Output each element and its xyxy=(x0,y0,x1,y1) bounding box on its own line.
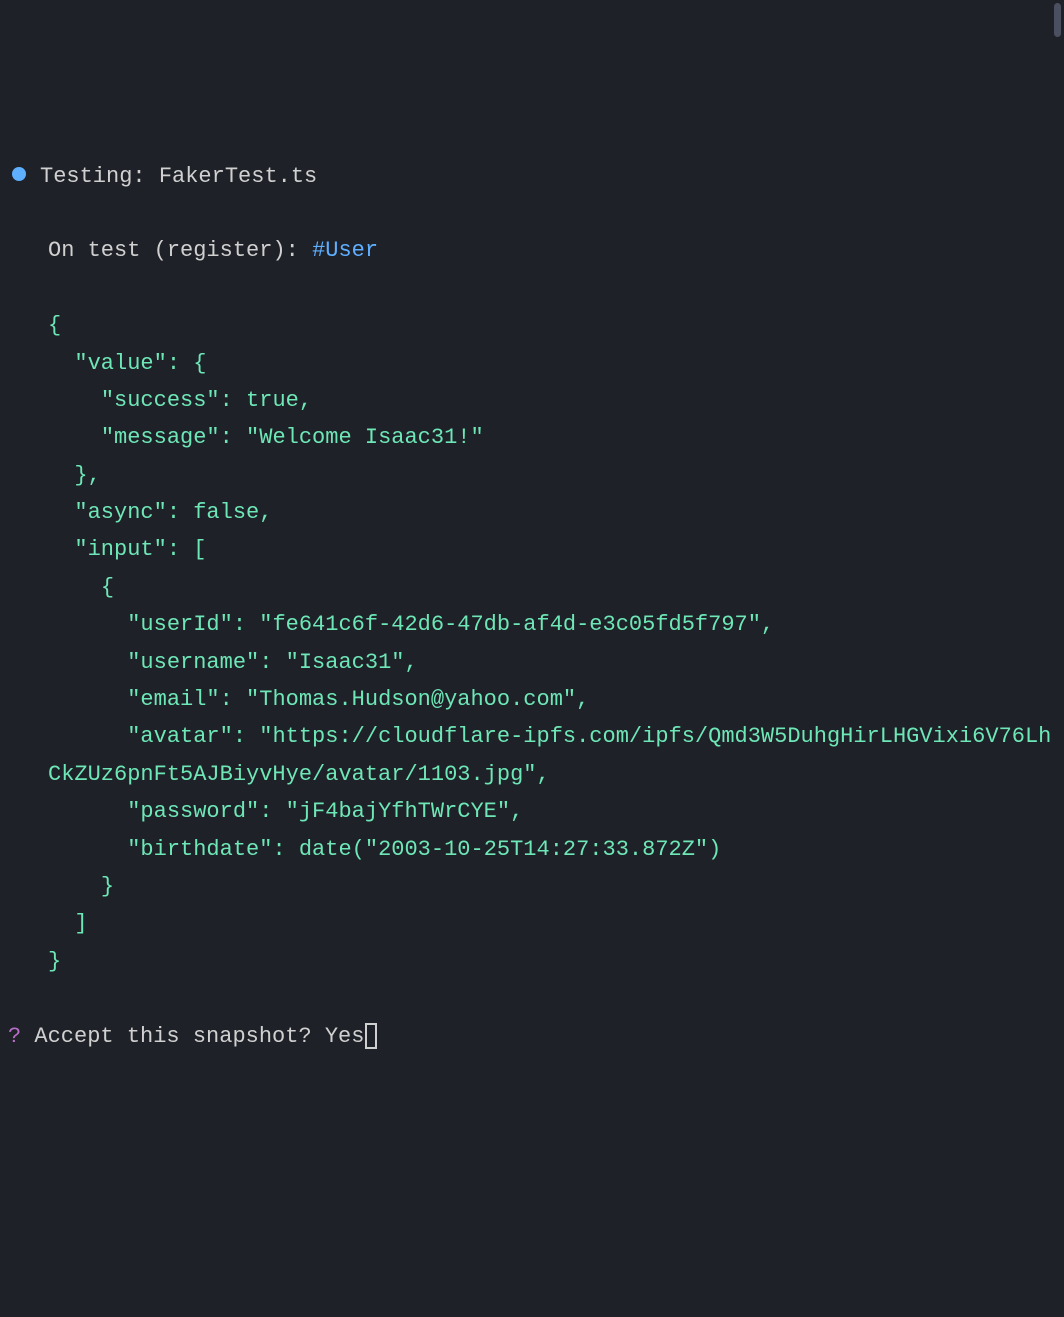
success-key: "success" xyxy=(101,388,220,413)
email-val: : "Thomas.Hudson@yahoo.com", xyxy=(220,687,590,712)
testing-header: Testing: FakerTest.ts xyxy=(0,158,1064,195)
bullet-icon xyxy=(12,167,26,181)
test-tag: #User xyxy=(312,238,378,263)
question-mark-icon: ? xyxy=(8,1024,21,1049)
input-close: ] xyxy=(74,911,87,936)
message-val: : "Welcome Isaac31!" xyxy=(220,425,484,450)
async-key: "async" xyxy=(74,500,166,525)
testing-file: FakerTest.ts xyxy=(159,164,317,189)
input-key: "input" xyxy=(74,537,166,562)
value-key: "value" xyxy=(74,351,166,376)
userid-val: : "fe641c6f-42d6-47db-af4d-e3c05fd5f797"… xyxy=(233,612,774,637)
input-open: : [ xyxy=(167,537,207,562)
json-close: } xyxy=(48,949,61,974)
value-close: }, xyxy=(74,463,100,488)
value-open: : { xyxy=(167,351,207,376)
message-key: "message" xyxy=(101,425,220,450)
obj-close: } xyxy=(101,874,114,899)
on-test-paren: (register): xyxy=(154,238,299,263)
obj-open: { xyxy=(101,575,114,600)
prompt-answer[interactable]: Yes xyxy=(325,1024,365,1049)
email-key: "email" xyxy=(127,687,219,712)
testing-label: Testing: xyxy=(40,164,146,189)
prompt-line[interactable]: ? Accept this snapshot? Yes xyxy=(0,1018,1064,1055)
password-val: : "jF4bajYfhTWrCYE", xyxy=(259,799,523,824)
password-key: "password" xyxy=(127,799,259,824)
async-val: : false, xyxy=(167,500,273,525)
scrollbar[interactable] xyxy=(1054,3,1061,37)
json-output: { "value": { "success": true, "message":… xyxy=(0,307,1064,980)
username-val: : "Isaac31", xyxy=(259,650,417,675)
cursor-icon xyxy=(365,1023,377,1049)
prompt-text: Accept this snapshot? xyxy=(34,1024,311,1049)
username-key: "username" xyxy=(127,650,259,675)
userid-key: "userId" xyxy=(127,612,233,637)
avatar-key: "avatar" xyxy=(127,724,233,749)
json-open: { xyxy=(48,313,61,338)
on-test-prefix: On test xyxy=(48,238,140,263)
success-val: : true, xyxy=(220,388,312,413)
birthdate-val: : date("2003-10-25T14:27:33.872Z") xyxy=(272,837,721,862)
on-test-line: On test (register): #User xyxy=(0,232,1064,269)
birthdate-key: "birthdate" xyxy=(127,837,272,862)
